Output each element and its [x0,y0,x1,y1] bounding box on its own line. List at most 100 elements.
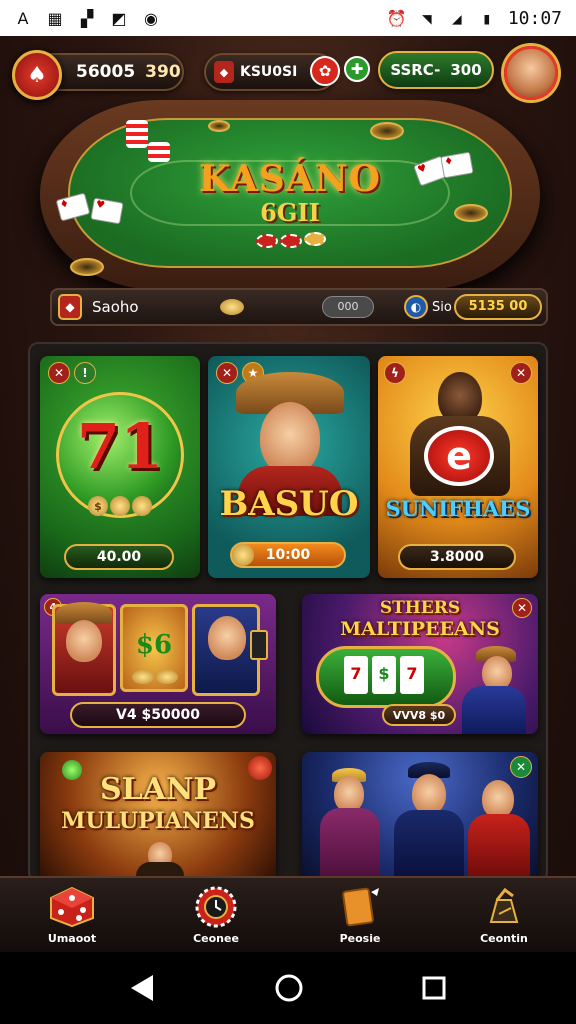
tile-price[interactable]: V4 $50000 [70,702,246,728]
slot-reel: $ [372,656,396,694]
tile-title-line2: MULUPIANENS [61,808,255,834]
slot-reel: 7 [400,656,424,694]
coin-icon [132,496,152,516]
game-tile-71[interactable]: ✕ ! 71 $ 40.00 [40,356,200,578]
rewards-icon[interactable]: ✿ [310,56,340,86]
coins-label: SSRC- [390,61,441,79]
club-emblem-icon[interactable]: ♠ [12,50,62,100]
tile-title: SUNIFHAES [385,496,531,521]
add-coins-icon[interactable]: ✚ [344,56,370,82]
close-icon[interactable]: ✕ [510,362,532,384]
image-icon: ◩ [111,8,127,28]
coin-icon [156,670,178,684]
captain-body [394,810,464,880]
nav-item-peosie[interactable]: Peosie [288,878,432,952]
dealer-portrait [482,656,512,690]
game-tile-players[interactable]: ✕ [302,752,538,880]
cowboy-portrait [260,402,320,474]
portrait-left [66,620,102,662]
nav-label: Ceonee [193,931,239,945]
game-tile-multiplayers[interactable]: ✕ STHERS MALTIPEEANS 7 $ 7 VVV8 $0 [302,594,538,734]
coins-pill[interactable]: SSRC- 300 [378,51,494,89]
dealer-body [462,686,526,734]
tile-price[interactable]: VVV8 $0 [382,704,456,726]
close-icon[interactable]: ✕ [216,362,238,384]
chip-icon [280,234,302,248]
tile-title: BASUO [219,484,359,524]
coins-value: 300 [450,61,482,79]
globe-icon[interactable]: ◐ [404,295,428,319]
info-icon[interactable]: ! [74,362,96,384]
nav-item-umaoot[interactable]: Umaoot [0,878,144,952]
news-icon: ▦ [47,8,63,28]
balance-label: 56005 [76,62,136,82]
chip-icon [304,232,326,246]
nav-label: Umaoot [47,931,97,945]
red-shield-icon: e [424,426,494,486]
game-tile-sunifhaes[interactable]: ϟ ✕ e SUNIFHAES 3.8000 [378,356,538,578]
chip-stack-icon [148,142,170,162]
coin-icon [110,496,130,516]
coin-icon [232,544,254,566]
bookmark-icon: ▞ [80,8,94,28]
cup-holder [70,258,104,276]
coin-icon [220,299,244,315]
bottom-nav: Umaoot Ceonee Peosie Ceontin [0,876,576,952]
close-icon[interactable]: ✕ [510,756,532,778]
dice-icon [49,886,95,928]
nav-label: Peosie [339,931,381,945]
nav-item-ceontin[interactable]: Ceontin [432,878,576,952]
back-icon[interactable] [129,973,157,1003]
home-icon[interactable] [274,973,304,1003]
coin-icon: $ [88,496,108,516]
chip-icon [256,234,278,248]
recents-icon[interactable] [421,975,447,1001]
table-bar-tag: Sio [432,299,452,315]
whatsapp-icon: ◉ [144,8,158,28]
trophy-icon [481,886,527,928]
player-body-right [468,814,530,880]
tile-title-line1: STHERS [379,598,461,618]
status-bar: A ▦ ▞ ◩ ◉ ⏰ ◥ ◢ ▮ 10:07 [0,0,576,36]
shield-icon: ◆ [58,294,82,320]
table-bar-label: Saoho [92,298,139,316]
nav-item-ceonee[interactable]: Ceonee [144,878,288,952]
alert-icon: A [17,8,29,28]
system-nav-bar [0,952,576,1024]
games-panel: ✕ ! 71 $ 40.00 ✕ ★ BASUO 10:00 ϟ ✕ e SUN… [28,342,548,882]
slot-reel: 7 [344,656,368,694]
cup-holder [454,204,488,222]
tile-price[interactable]: 3.8000 [398,544,516,570]
status-time: 10:07 [507,7,562,29]
nav-label: Ceontin [480,931,528,945]
cup-holder [370,122,404,140]
battery-icon: ▮ [481,8,492,28]
tile-title: 71 [76,410,164,483]
slot-symbol-icon: $6 [135,630,173,660]
casino-app-screen: A ▦ ▞ ◩ ◉ ⏰ ◥ ◢ ▮ 10:07 56005 390 ♠ ◆ KS… [0,0,576,1024]
poker-table[interactable]: KASÁNO 6GII ♦ ♥ ♥ ♦ [40,100,540,290]
alarm-icon: ⏰ [386,8,407,28]
game-tile-portraits[interactable]: 4 $6 V4 $50000 [40,594,276,734]
game-tile-basuo[interactable]: ✕ ★ BASUO 10:00 [208,356,370,578]
coin-icon [132,670,154,684]
tile-title-line1: SLANP [99,772,216,807]
table-bar-value[interactable]: 5135 00 [454,294,542,320]
status-right-icons: ⏰ ◥ ◢ ▮ 10:07 [386,7,562,29]
player-avatar[interactable] [504,46,558,100]
shield-icon: ◆ [214,61,234,83]
lightning-icon[interactable]: ϟ [384,362,406,384]
top-hud: 56005 390 ♠ ◆ KSU0SI ✿ ✚ SSRC- 300 [0,44,576,104]
chip-stack-icon [126,120,148,148]
player-portrait-right [482,780,514,818]
tile-price[interactable]: 40.00 [64,544,174,570]
player-portrait [334,776,364,812]
table-info-bar[interactable]: ◆ Saoho 000 ◐ Sio 5135 00 [50,288,548,326]
center-label: KSU0SI [240,64,298,80]
phone-icon [250,630,268,660]
shuffle-icon[interactable]: ✕ [48,362,70,384]
player-body [320,808,380,880]
game-tile-slanp[interactable]: SLANP MULUPIANENS [40,752,276,880]
tile-title-line2: MALTIPEEANS [340,618,500,640]
table-bar-mid[interactable]: 000 [322,296,374,318]
